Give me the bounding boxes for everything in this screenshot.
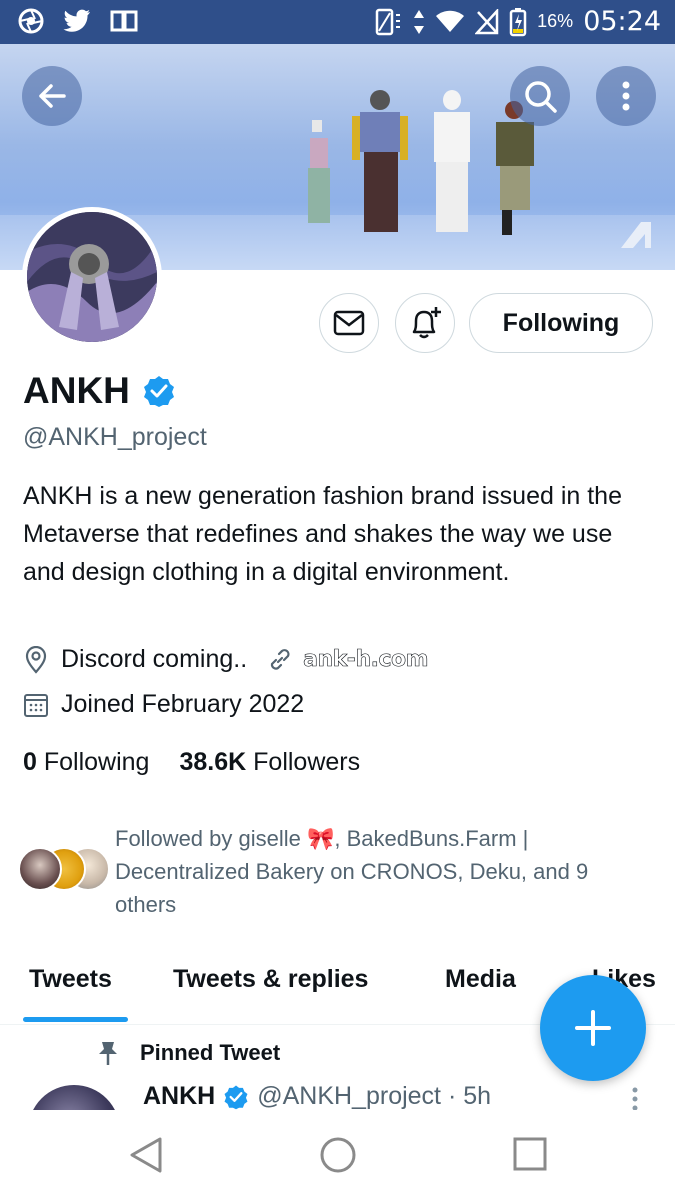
link-icon <box>271 648 290 670</box>
square-recents-icon <box>513 1137 547 1171</box>
triangle-back-icon <box>130 1137 162 1173</box>
nav-back-button[interactable] <box>128 1136 164 1179</box>
avatar-image <box>27 212 157 342</box>
envelope-icon <box>333 310 365 336</box>
status-bar: 16% 05:24 <box>0 0 675 44</box>
followed-by-avatars <box>18 847 110 895</box>
search-icon <box>525 81 557 113</box>
profile-name-row: ANKH <box>23 370 176 412</box>
verified-badge-icon <box>143 376 174 407</box>
notifications-button[interactable] <box>395 293 455 353</box>
android-nav-bar <box>0 1110 675 1200</box>
tab-tweets-and-replies[interactable]: Tweets & replies <box>173 965 368 994</box>
followers-label: Followers <box>253 748 361 776</box>
nav-home-button[interactable] <box>319 1136 357 1179</box>
nav-recents-button[interactable] <box>512 1136 548 1177</box>
following-count: 0 <box>23 748 37 776</box>
plus-icon <box>575 1010 611 1046</box>
wifi-icon <box>436 10 465 32</box>
profile-avatar[interactable] <box>22 207 162 347</box>
following-button[interactable]: Following <box>469 293 653 353</box>
tab-media[interactable]: Media <box>445 965 516 994</box>
following-label: Following <box>43 748 150 776</box>
banner-figure-3 <box>434 90 470 232</box>
followed-by-text: Followed by giselle 🎀, BakedBuns.Farm | … <box>115 826 589 917</box>
profile-joined-date: Joined February 2022 <box>61 690 305 718</box>
followers-count: 38.6K <box>179 748 247 776</box>
profile-bio: ANKH is a new generation fashion brand i… <box>23 482 622 586</box>
clock: 05:24 <box>583 6 661 37</box>
follow-counts: 0 Following 38.6K Followers <box>23 748 360 777</box>
arrow-left-icon <box>39 84 66 108</box>
active-tab-indicator <box>23 1017 128 1022</box>
more-vertical-icon <box>622 81 630 111</box>
no-signal-icon <box>475 8 499 34</box>
search-button[interactable] <box>510 66 570 126</box>
tweet-header: ANKH @ANKH_project · 5h <box>143 1082 491 1111</box>
calendar-icon <box>24 693 48 717</box>
tweet-author-name[interactable]: ANKH <box>143 1082 215 1111</box>
more-options-button[interactable] <box>596 66 656 126</box>
location-pin-icon <box>25 645 47 674</box>
verified-badge-icon <box>224 1085 248 1109</box>
compose-tweet-button[interactable] <box>540 975 646 1081</box>
profile-location: Discord coming.. <box>61 645 248 673</box>
following-count-link[interactable]: 0 Following <box>23 748 149 777</box>
circle-home-icon <box>320 1137 356 1173</box>
battery-icon <box>509 7 527 36</box>
back-button[interactable] <box>22 66 82 126</box>
twitter-bird-icon <box>63 9 90 32</box>
status-bar-right-icons: 16% 05:24 <box>373 6 661 37</box>
banner-logo-icon <box>621 222 651 248</box>
profile-handle: @ANKH_project <box>23 423 207 451</box>
follower-avatar-1 <box>18 847 62 891</box>
book-icon <box>110 10 138 32</box>
message-button[interactable] <box>319 293 379 353</box>
banner-figure-2 <box>352 90 408 232</box>
tab-tweets[interactable]: Tweets <box>29 965 112 994</box>
banner-figure-1 <box>308 120 330 223</box>
profile-name: ANKH <box>23 370 130 411</box>
pin-icon <box>99 1042 117 1065</box>
profile-joined-row: Joined February 2022 <box>23 690 304 719</box>
data-arrows-icon <box>414 9 425 34</box>
aperture-icon <box>18 8 44 34</box>
pinned-tweet-label-row: Pinned Tweet <box>96 1040 280 1066</box>
vibrate-icon <box>375 8 401 35</box>
tweet-more-button[interactable] <box>631 1086 639 1112</box>
followers-count-link[interactable]: 38.6K Followers <box>179 748 360 777</box>
pinned-tweet-label: Pinned Tweet <box>140 1040 281 1065</box>
more-vertical-icon <box>632 1087 638 1111</box>
tweet-handle-time: @ANKH_project · 5h <box>257 1082 492 1110</box>
profile-website-link[interactable]: ank-h.com <box>303 647 429 673</box>
profile-meta-row: Discord coming.. ank-h.com <box>23 645 429 674</box>
battery-percent: 16% <box>537 11 574 31</box>
status-bar-left-icons <box>18 8 138 34</box>
bell-plus-icon <box>412 307 441 339</box>
